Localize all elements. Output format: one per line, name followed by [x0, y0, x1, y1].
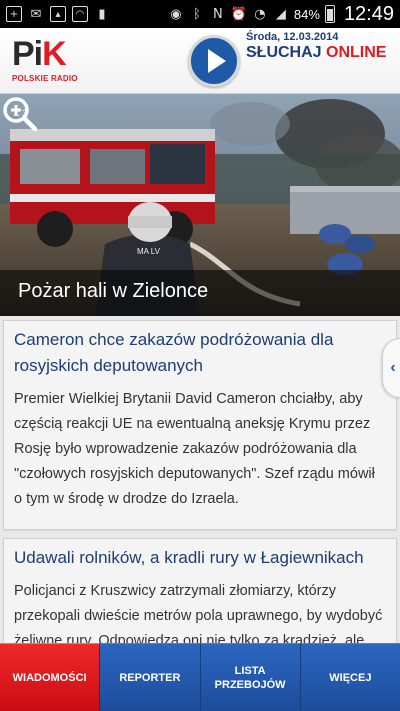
logo-subtitle: POLSKIE RADIO — [12, 74, 78, 83]
wifi-icon: ◔ — [254, 6, 266, 22]
add-box-icon: + — [6, 6, 22, 22]
article-body: Policjanci z Kruszwicy zatrzymali złomia… — [14, 583, 383, 649]
image-icon: ▴ — [50, 6, 66, 22]
chevron-left-icon: ‹ — [390, 359, 396, 376]
sim-icon: ▮ — [98, 6, 106, 22]
article-card[interactable]: Cameron chce zakazów podróżowania dla ro… — [3, 320, 397, 530]
play-radio-button[interactable] — [188, 35, 240, 87]
header-date: Środa, 12.03.2014 — [246, 31, 339, 43]
listen-online-label[interactable]: SŁUCHAJ ONLINE — [246, 44, 386, 62]
nav-tab-reporter[interactable]: REPORTER — [100, 643, 201, 711]
clock-time: 12:49 — [343, 2, 394, 25]
nfc-icon: N — [213, 6, 223, 22]
hero-caption: Pożar hali w Zielonce — [0, 270, 400, 316]
signal-icon: ◢ — [275, 6, 286, 22]
battery-percent: 84% — [293, 6, 320, 22]
notification-icons: + ✉ ▴ ◠ ▮ — [6, 6, 110, 22]
article-body: Premier Wielkiej Brytanii David Cameron … — [14, 391, 375, 507]
eye-icon: ◉ — [170, 6, 182, 22]
side-drawer-handle[interactable]: ‹ — [382, 338, 400, 398]
article-card[interactable]: Udawali rolników, a kradli rury w Łagiew… — [3, 538, 397, 650]
hero-news-item[interactable]: MA LV Z 3 Pożar hali w Zielonce — [0, 94, 400, 316]
bottom-navigation: WIADOMOŚCI REPORTER LISTA PRZEBOJÓW WIĘC… — [0, 643, 400, 711]
alarm-icon: ⏰ — [230, 6, 247, 22]
system-icons: ◉ ᛒ N ⏰ ◔ ◢ 84% 12:49 — [168, 3, 394, 26]
logo-text: PiK — [12, 35, 67, 73]
article-title[interactable]: Cameron chce zakazów podróżowania dla ro… — [4, 321, 396, 379]
bluetooth-icon: ᛒ — [193, 6, 201, 22]
wifi-box-icon: ◠ — [72, 6, 88, 22]
battery-icon — [324, 5, 335, 23]
app-header: PiK POLSKIE RADIO Środa, 12.03.2014 SŁUC… — [0, 28, 400, 94]
mail-icon: ✉ — [30, 6, 42, 22]
hero-title[interactable]: Pożar hali w Zielonce — [18, 280, 382, 303]
status-bar: + ✉ ▴ ◠ ▮ ◉ ᛒ N ⏰ ◔ ◢ 84% 12:49 — [0, 0, 400, 28]
article-title[interactable]: Udawali rolników, a kradli rury w Łagiew… — [4, 539, 396, 571]
nav-tab-lista-przebojow[interactable]: LISTA PRZEBOJÓW — [200, 643, 301, 711]
play-icon — [207, 49, 226, 73]
nav-tab-wiadomosci[interactable]: WIADOMOŚCI — [0, 643, 101, 711]
zoom-icon[interactable] — [0, 94, 40, 134]
truck-badge: MA LV — [137, 247, 161, 256]
pik-logo[interactable]: PiK POLSKIE RADIO — [12, 37, 82, 87]
nav-tab-wiecej[interactable]: WIĘCEJ — [300, 643, 400, 711]
